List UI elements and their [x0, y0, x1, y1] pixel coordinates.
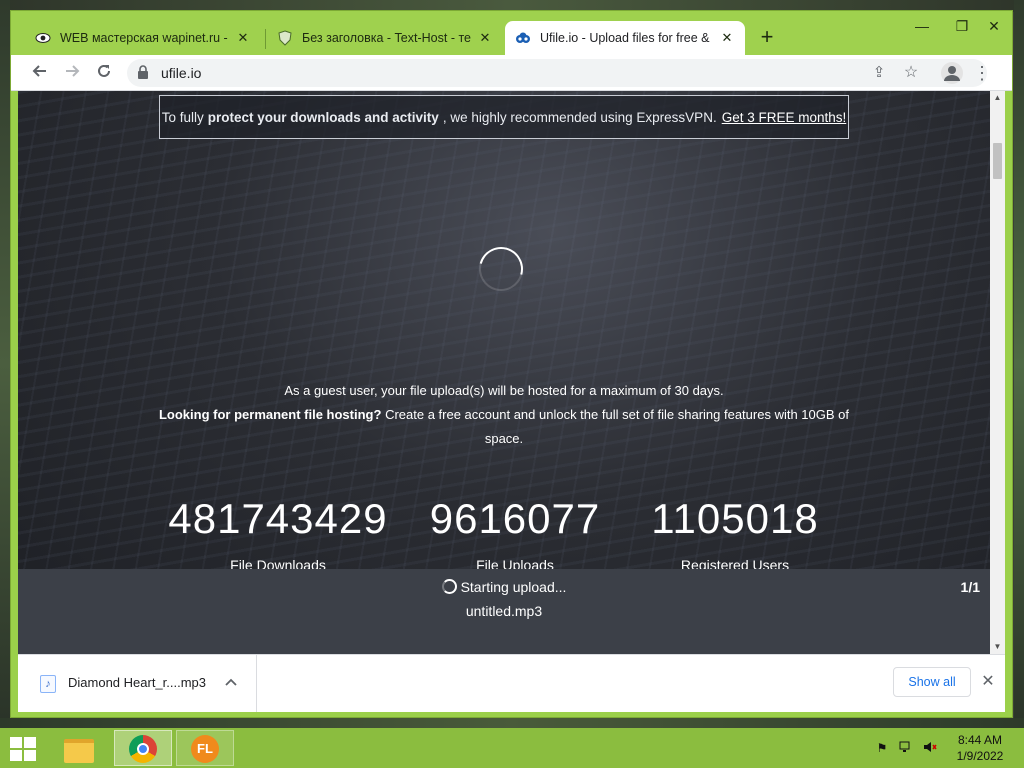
browser-window: WEB мастерская wapinet.ru - Фа ✕ Без заг… — [10, 10, 1013, 718]
reload-icon[interactable] — [91, 60, 117, 86]
page-scrollbar[interactable]: ▲ ▼ — [990, 91, 1005, 654]
taskbar-fl-studio[interactable]: FL — [176, 730, 234, 766]
fl-studio-icon: FL — [191, 735, 219, 763]
minimize-button[interactable]: — — [907, 15, 937, 37]
windows-start-icon[interactable] — [8, 735, 38, 761]
upload-count: 1/1 — [960, 579, 980, 595]
clock-date: 1/9/2022 — [956, 749, 1004, 763]
lock-icon[interactable] — [137, 65, 149, 85]
close-icon[interactable]: ✕ — [235, 30, 251, 46]
upload-status-text: Starting upload... — [460, 579, 567, 595]
tab-ufile[interactable]: Ufile.io - Upload files for free & s ✕ — [505, 21, 745, 55]
chrome-icon — [129, 735, 157, 763]
vpn-banner: To fully protect your downloads and acti… — [159, 95, 849, 139]
share-icon[interactable]: ⇪ — [869, 63, 889, 83]
start-pane — [10, 750, 22, 761]
taskbar: FL ⚑ 8:44 AM 1/9/2022 — [0, 728, 1024, 768]
audio-file-icon: ♪ — [40, 675, 56, 693]
hosting-text: Create a free account and unlock the ful… — [385, 407, 849, 446]
network-icon[interactable] — [898, 740, 914, 756]
upload-filename: untitled.mp3 — [465, 603, 543, 619]
tab-title: WEB мастерская wapinet.ru - Фа — [60, 31, 229, 45]
start-pane — [10, 737, 22, 748]
ufile-icon — [515, 30, 531, 46]
system-clock[interactable]: 8:44 AM 1/9/2022 — [950, 732, 1010, 764]
tab-text-host[interactable]: Без заголовка - Text-Host - текс ✕ — [267, 21, 503, 55]
loading-spinner-icon — [470, 238, 532, 300]
upload-spinner-icon — [441, 579, 457, 594]
tab-separator — [265, 29, 266, 49]
folder-icon — [64, 739, 94, 763]
hosting-notice: Looking for permanent file hosting? Crea… — [158, 403, 850, 451]
start-pane — [24, 750, 36, 761]
scroll-down-arrow-icon[interactable]: ▼ — [990, 640, 1005, 654]
desktop-strip — [0, 718, 1024, 728]
stat-users-value: 1105018 — [651, 495, 819, 542]
window-close-button[interactable]: ✕ — [979, 15, 1009, 37]
close-icon[interactable]: ✕ — [477, 30, 493, 46]
taskbar-file-explorer[interactable] — [50, 730, 108, 766]
tab-wapinet[interactable]: WEB мастерская wapinet.ru - Фа ✕ — [25, 21, 261, 55]
banner-bold: protect your downloads and activity — [207, 109, 439, 125]
menu-kebab-icon[interactable]: ⋮ — [973, 63, 991, 83]
bookmark-star-icon[interactable]: ☆ — [901, 63, 921, 83]
upload-progress-panel: Starting upload... untitled.mp3 1/1 — [18, 569, 990, 654]
profile-avatar-icon[interactable] — [941, 62, 963, 84]
guest-notice: As a guest user, your file upload(s) wil… — [284, 383, 724, 398]
back-icon[interactable] — [27, 60, 53, 86]
close-icon[interactable]: ✕ — [978, 669, 998, 695]
forward-icon[interactable] — [59, 60, 85, 86]
stat-downloads-value: 481743429 — [168, 495, 388, 542]
maximize-button[interactable]: ❐ — [947, 15, 977, 37]
start-pane — [24, 737, 36, 748]
tab-strip: WEB мастерская wapinet.ru - Фа ✕ Без заг… — [11, 11, 1012, 55]
page-content: To fully protect your downloads and acti… — [18, 91, 990, 654]
desktop-edge-right — [1014, 0, 1024, 728]
banner-link[interactable]: Get 3 FREE months! — [722, 110, 847, 125]
scroll-thumb[interactable] — [993, 143, 1002, 179]
new-tab-button[interactable]: + — [755, 26, 779, 50]
browser-toolbar: ufile.io ⇪ ☆ ⋮ — [11, 55, 1012, 91]
show-all-button[interactable]: Show all — [893, 667, 971, 697]
download-item[interactable]: ♪ Diamond Heart_r....mp3 — [18, 655, 257, 712]
flag-alert-icon[interactable]: ⚑ — [874, 740, 890, 756]
eye-icon — [35, 30, 51, 46]
taskbar-chrome[interactable] — [114, 730, 172, 766]
banner-prefix: To fully — [161, 109, 204, 125]
banner-suffix: , we highly recommended using ExpressVPN… — [442, 109, 717, 125]
volume-muted-icon[interactable] — [922, 740, 938, 756]
clock-time: 8:44 AM — [957, 733, 1003, 747]
hosting-bold: Looking for permanent file hosting? — [158, 407, 382, 422]
chevron-up-icon[interactable] — [223, 673, 239, 691]
download-shelf: ♪ Diamond Heart_r....mp3 Show all ✕ — [18, 654, 1005, 712]
close-icon[interactable]: ✕ — [719, 30, 735, 46]
upload-status: Starting upload... — [18, 579, 990, 595]
tab-title: Ufile.io - Upload files for free & s — [540, 31, 713, 45]
scroll-up-arrow-icon[interactable]: ▲ — [990, 91, 1005, 105]
address-bar[interactable]: ufile.io ⇪ ☆ — [127, 59, 987, 87]
stat-uploads-value: 9616077 — [429, 495, 601, 542]
download-filename[interactable]: Diamond Heart_r....mp3 — [68, 675, 206, 690]
shield-icon — [277, 30, 293, 46]
tab-title: Без заголовка - Text-Host - текс — [302, 31, 471, 45]
url-text[interactable]: ufile.io — [161, 65, 201, 81]
desktop-edge-left — [0, 0, 10, 728]
